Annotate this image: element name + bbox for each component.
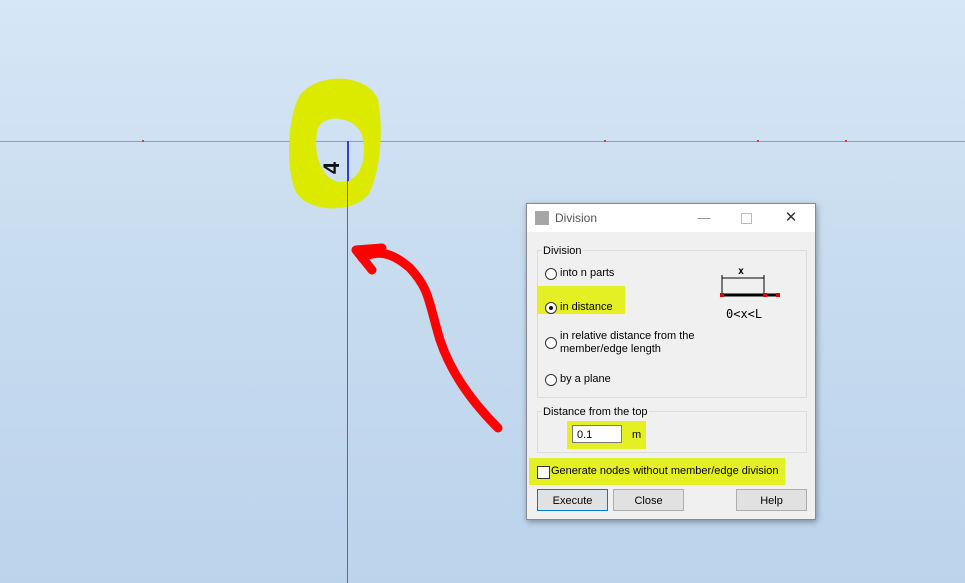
node-marker <box>142 140 144 142</box>
generate-nodes-label[interactable]: Generate nodes without member/edge divis… <box>551 465 778 477</box>
red-arrow-annotation <box>351 243 503 433</box>
selected-member-segment[interactable] <box>347 141 349 181</box>
radio-label-in-distance[interactable]: in distance <box>560 301 613 314</box>
radio-in-distance[interactable] <box>545 302 557 314</box>
maximize-button[interactable] <box>732 208 760 228</box>
radio-label-into-n-parts[interactable]: into n parts <box>560 267 614 280</box>
dialog-titlebar[interactable]: Division — ✕ <box>527 204 815 232</box>
help-button[interactable]: Help <box>736 489 807 511</box>
generate-nodes-checkbox[interactable] <box>537 466 550 479</box>
maximize-icon <box>740 213 752 224</box>
model-viewport[interactable]: 4 <box>0 0 965 583</box>
node-marker <box>757 140 759 142</box>
radio-label-relative-distance-line1[interactable]: in relative distance from the <box>560 330 695 343</box>
app-icon <box>535 211 549 225</box>
member-number-label: 4 <box>319 161 344 175</box>
minimize-button[interactable]: — <box>690 208 718 228</box>
node-marker <box>604 140 606 142</box>
radio-by-a-plane[interactable] <box>545 374 557 386</box>
close-window-button[interactable]: ✕ <box>777 208 805 228</box>
close-button[interactable]: Close <box>613 489 684 511</box>
division-dialog: Division — ✕ Division into n parts in di… <box>526 203 816 520</box>
distance-input[interactable]: 0.1 <box>572 425 622 443</box>
radio-label-relative-distance-line2[interactable]: member/edge length <box>560 343 661 356</box>
division-group-label: Division <box>542 245 583 257</box>
diagram-x-label: x <box>738 266 744 277</box>
node-marker <box>845 140 847 142</box>
distance-unit: m <box>632 429 642 441</box>
horizontal-member-line[interactable] <box>0 141 965 142</box>
radio-relative-distance[interactable] <box>545 337 557 349</box>
highlight-circle-annotation <box>288 78 381 209</box>
vertical-member-line[interactable] <box>347 141 348 583</box>
radio-label-by-a-plane[interactable]: by a plane <box>560 373 611 386</box>
distance-group-label: Distance from the top <box>542 406 649 418</box>
dialog-title: Division <box>555 211 598 225</box>
diagram-range-label: 0<x<L <box>726 307 762 321</box>
radio-into-n-parts[interactable] <box>545 268 557 280</box>
distance-diagram: x 0<x<L <box>720 266 780 321</box>
execute-button[interactable]: Execute <box>537 489 608 511</box>
